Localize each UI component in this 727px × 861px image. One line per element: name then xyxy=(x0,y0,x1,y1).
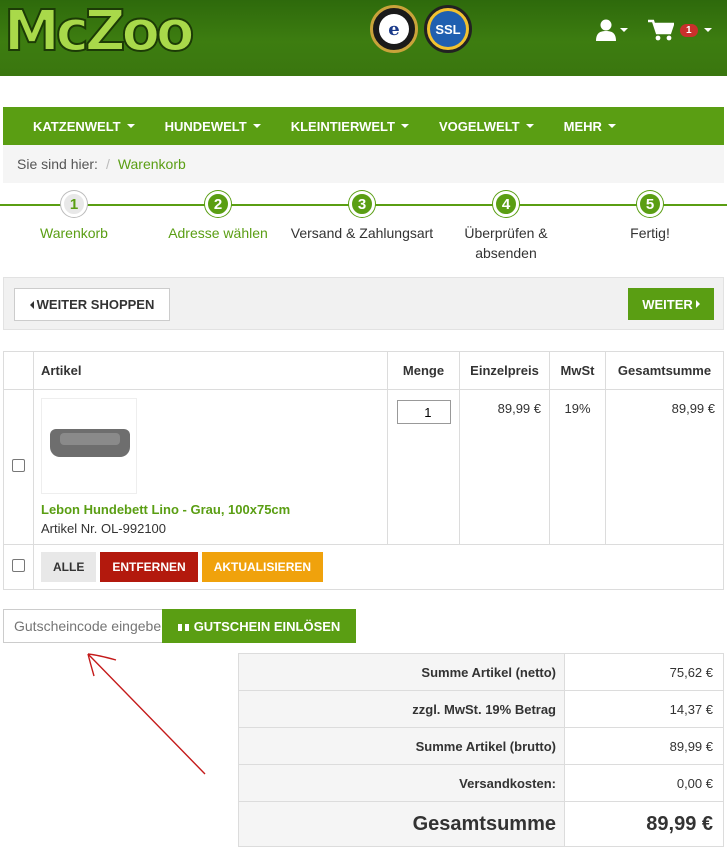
header-einzelpreis: Einzelpreis xyxy=(459,351,550,390)
product-name-link[interactable]: Lebon Hundebett Lino - Grau, 100x75cm xyxy=(41,502,380,517)
quantity-input[interactable] xyxy=(396,400,451,424)
step-label: Warenkorb xyxy=(40,225,108,241)
user-icon xyxy=(596,19,616,41)
red-arrow-annotation xyxy=(87,653,206,775)
cart-header-row: Artikel Menge Einzelpreis MwSt Gesamtsum… xyxy=(3,351,724,390)
nav-item-kleintierwelt[interactable]: KLEINTIERWELT xyxy=(291,119,409,134)
select-all-button[interactable]: ALLE xyxy=(41,552,97,582)
breadcrumb-current[interactable]: Warenkorb xyxy=(118,156,186,172)
breadcrumb-prefix: Sie sind hier: xyxy=(17,156,98,172)
chevron-down-icon xyxy=(620,28,628,32)
unit-price: 89,99 € xyxy=(459,389,550,545)
subtotal-net-value: 75,62 € xyxy=(564,653,724,691)
step-versand: 3 Versand & Zahlungsart xyxy=(282,188,442,243)
cart-icon xyxy=(648,19,674,41)
nav-item-vogelwelt[interactable]: VOGELWELT xyxy=(439,119,534,134)
totals-row: Versandkosten: 0,00 € xyxy=(238,764,724,802)
vat-amount-value: 14,37 € xyxy=(564,690,724,728)
continue-shopping-button[interactable]: WEITER SHOPPEN xyxy=(14,288,170,321)
step-label: Adresse wählen xyxy=(168,225,268,241)
logo[interactable]: McZoo xyxy=(3,1,195,63)
nav-item-hundewelt[interactable]: HUNDEWELT xyxy=(165,119,261,134)
header-gesamtsumme: Gesamtsumme xyxy=(605,351,724,390)
step-number: 2 xyxy=(205,191,231,217)
breadcrumb-separator: / xyxy=(105,156,110,172)
select-all-checkbox[interactable] xyxy=(12,559,25,572)
grand-total-row: Gesamtsumme 89,99 € xyxy=(238,801,724,847)
cart-actions-row: ALLE ENTFERNEN AKTUALISIEREN xyxy=(3,544,724,590)
step-fertig: 5 Fertig! xyxy=(570,188,727,243)
step-number: 4 xyxy=(493,191,519,217)
step-adresse[interactable]: 2 Adresse wählen xyxy=(138,188,298,243)
gift-icon xyxy=(177,621,189,631)
step-number: 1 xyxy=(61,191,87,217)
grand-total-value: 89,99 € xyxy=(564,801,724,847)
ssl-seal: SSL xyxy=(424,5,472,53)
subtotal-gross-label: Summe Artikel (brutto) xyxy=(238,727,565,765)
totals-row: Summe Artikel (netto) 75,62 € xyxy=(238,653,724,691)
user-account-button[interactable] xyxy=(596,16,634,44)
nav-item-katzenwelt[interactable]: KATZENWELT xyxy=(33,119,135,134)
nav-item-mehr[interactable]: MEHR xyxy=(564,119,616,134)
subtotal-gross-value: 89,99 € xyxy=(564,727,724,765)
vat-amount-label: zzgl. MwSt. 19% Betrag xyxy=(238,690,565,728)
step-label: Fertig! xyxy=(630,225,670,241)
grand-total-label: Gesamtsumme xyxy=(238,801,565,847)
caret-right-icon xyxy=(695,300,700,308)
item-checkbox[interactable] xyxy=(12,459,25,472)
totals-row: Summe Artikel (brutto) 89,99 € xyxy=(238,727,724,765)
dog-bed-cushion xyxy=(60,433,120,445)
table-row: Lebon Hundebett Lino - Grau, 100x75cm Ar… xyxy=(3,389,724,545)
header-mwst: MwSt xyxy=(549,351,606,390)
totals-row: zzgl. MwSt. 19% Betrag 14,37 € xyxy=(238,690,724,728)
chevron-down-icon xyxy=(252,124,261,128)
coupon-code-input[interactable] xyxy=(3,609,163,643)
shipping-label: Versandkosten: xyxy=(238,764,565,802)
remove-button[interactable]: ENTFERNEN xyxy=(100,552,198,582)
line-total: 89,99 € xyxy=(605,389,724,545)
step-number: 3 xyxy=(349,191,375,217)
product-sku: Artikel Nr. OL-992100 xyxy=(41,521,167,536)
cart-count-badge: 1 xyxy=(680,23,698,37)
cart-table: Artikel Menge Einzelpreis MwSt Gesamtsum… xyxy=(3,351,724,590)
header-artikel: Artikel xyxy=(33,351,388,390)
totals-table: Summe Artikel (netto) 75,62 € zzgl. MwSt… xyxy=(238,653,724,847)
subtotal-net-label: Summe Artikel (netto) xyxy=(238,653,565,691)
main-nav: KATZENWELT HUNDEWELT KLEINTIERWELT VOGEL… xyxy=(3,107,724,145)
redeem-coupon-button[interactable]: GUTSCHEIN EINLÖSEN xyxy=(162,609,356,643)
breadcrumb: Sie sind hier: / Warenkorb xyxy=(3,145,724,183)
chevron-down-icon xyxy=(607,124,616,128)
step-warenkorb[interactable]: 1 Warenkorb xyxy=(0,188,154,243)
cart-action-bar: WEITER SHOPPEN WEITER xyxy=(3,277,724,330)
cart-button[interactable]: 1 xyxy=(648,16,720,44)
site-header: McZoo e SSL 1 xyxy=(0,0,727,76)
next-button[interactable]: WEITER xyxy=(628,288,714,320)
update-button[interactable]: AKTUALISIEREN xyxy=(201,552,324,582)
header-menge: Menge xyxy=(387,351,460,390)
checkout-stepper: 1 Warenkorb 2 Adresse wählen 3 Versand &… xyxy=(0,188,727,268)
step-number: 5 xyxy=(637,191,663,217)
product-image[interactable] xyxy=(41,398,137,494)
header-select xyxy=(3,351,34,390)
chevron-down-icon xyxy=(400,124,409,128)
shipping-value: 0,00 € xyxy=(564,764,724,802)
trusted-shops-seal[interactable]: e xyxy=(370,5,418,53)
chevron-down-icon xyxy=(126,124,135,128)
chevron-down-icon xyxy=(525,124,534,128)
chevron-down-icon xyxy=(703,28,712,32)
caret-left-icon xyxy=(29,300,34,309)
step-ueberpruefen: 4 Überprüfen & absenden xyxy=(426,188,586,263)
step-label: Versand & Zahlungsart xyxy=(290,225,434,241)
step-label: Überprüfen & absenden xyxy=(464,225,548,261)
product-cell: Lebon Hundebett Lino - Grau, 100x75cm Ar… xyxy=(33,389,388,545)
vat-rate: 19% xyxy=(549,389,606,545)
